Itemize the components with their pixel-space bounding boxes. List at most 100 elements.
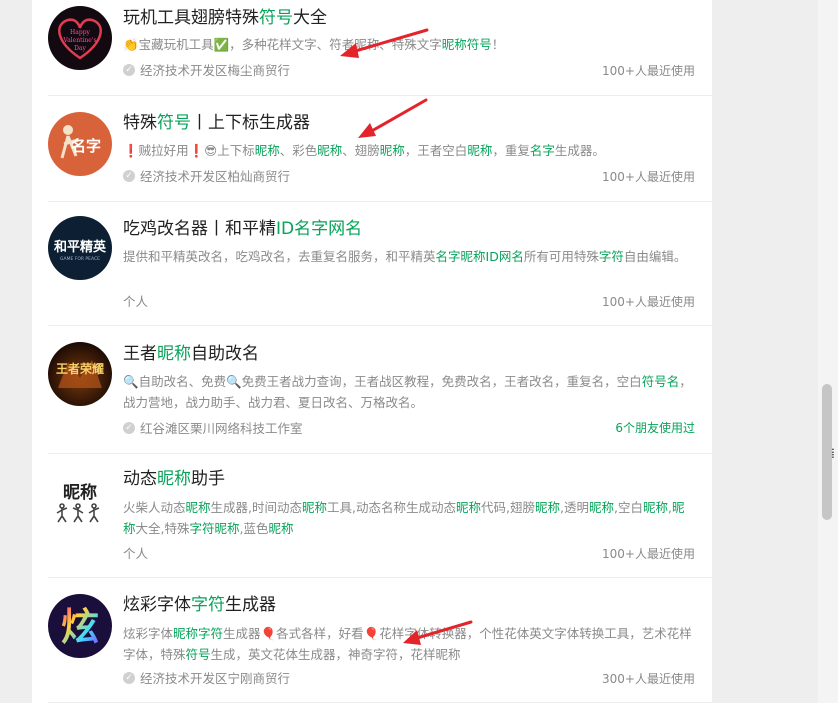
- owner-info: ✓ 经济技术开发区梅尘商贸行: [123, 60, 290, 79]
- svg-text:Happy: Happy: [70, 29, 90, 36]
- title-text: 自助改名: [191, 344, 259, 364]
- description-text: ❗: [188, 143, 205, 158]
- verified-check-icon: ✓: [123, 169, 135, 182]
- result-item[interactable]: Happy Valentine's Day 玩机工具翅膀特殊符号大全 👏宝藏玩机工具…: [32, 0, 712, 96]
- app-avatar[interactable]: 王者荣耀: [48, 342, 112, 406]
- description-text: 生成器。: [554, 143, 605, 158]
- description-text: 提供和平精英改名，吃鸡改名，去重复名服务，和平精英: [123, 249, 436, 264]
- app-avatar[interactable]: 昵称: [48, 470, 112, 534]
- usage-count: 6个朋友使用过: [615, 421, 695, 435]
- description-text: 自由编辑。: [623, 249, 687, 264]
- svg-text:GAME FOR PEACE: GAME FOR PEACE: [60, 256, 100, 262]
- description-text: ，王者空白: [404, 143, 468, 158]
- verified-check-icon: ✓: [123, 671, 135, 684]
- owner-name: 个人: [123, 294, 149, 309]
- result-item[interactable]: 炫炫彩字体字符生成器 炫彩字体昵称字符生成器🎈各式各样，好看🎈花样字体转换器，个性…: [32, 578, 712, 703]
- keyword-highlight: 字符: [598, 249, 624, 264]
- app-avatar[interactable]: 炫: [48, 594, 112, 658]
- keyword-highlight: 名字昵称ID网名: [435, 249, 524, 264]
- title-text: 玩机工具翅膀特殊: [123, 8, 259, 28]
- description-text: 生成，英文花体生成器，神奇字符，花样昵称: [210, 647, 461, 662]
- description-text: 所有可用特殊: [523, 249, 599, 264]
- description-text: 👏: [123, 37, 139, 52]
- description-text: 各式各样，好看: [276, 626, 364, 641]
- keyword-highlight: 昵称: [535, 500, 561, 515]
- keyword-highlight: 字符: [191, 595, 225, 615]
- description-text: 大全,特殊: [135, 521, 190, 536]
- keyword-highlight: 符号: [157, 113, 191, 133]
- owner-info: 个人: [123, 543, 148, 562]
- keyword-highlight: 符号名: [641, 374, 680, 389]
- title-text: 丨上下标生成器: [191, 113, 310, 133]
- keyword-highlight: 昵称: [185, 500, 211, 515]
- result-description: 👏宝藏玩机工具✅，多种花样文字、符者昵称、特殊文字昵称符号！: [123, 34, 695, 55]
- keyword-highlight: 昵称字符: [173, 626, 224, 641]
- description-text: 、翅膀: [342, 143, 380, 158]
- result-title[interactable]: 炫彩字体字符生成器: [123, 594, 276, 616]
- keyword-highlight: ID名字网名: [276, 219, 363, 239]
- title-text: 助手: [191, 469, 225, 489]
- description-text: 自助改名、免费: [138, 374, 227, 389]
- description-text: ，重复: [492, 143, 530, 158]
- description-text: 符者昵称、特殊文字: [329, 37, 442, 52]
- keyword-highlight: 昵称: [317, 143, 343, 158]
- scrollbar-track[interactable]: [818, 0, 838, 703]
- keyword-highlight: 昵称: [456, 500, 482, 515]
- keyword-highlight: 昵称: [643, 500, 669, 515]
- result-description: 炫彩字体昵称字符生成器🎈各式各样，好看🎈花样字体转换器，个性花体英文字体转换工具…: [123, 623, 695, 665]
- title-text: 大全: [293, 8, 327, 28]
- owner-name: 个人: [123, 546, 149, 561]
- result-title[interactable]: 动态昵称助手: [123, 468, 225, 490]
- keyword-highlight: 昵称: [379, 143, 405, 158]
- description-text: 贼拉好用: [138, 143, 189, 158]
- result-item[interactable]: 昵称 动态昵称助手火柴人动态昵称生成器,时间动态昵称工具,动态名称生成动态昵称代…: [32, 454, 712, 578]
- result-title[interactable]: 吃鸡改名器丨和平精ID名字网名: [123, 218, 362, 240]
- keyword-highlight: 字符昵称: [189, 521, 240, 536]
- result-title[interactable]: 玩机工具翅膀特殊符号大全: [123, 7, 327, 29]
- description-text: 生成器: [223, 626, 261, 641]
- description-text: ❗: [123, 143, 139, 158]
- app-avatar[interactable]: 名字: [48, 112, 112, 176]
- keyword-highlight: 名字: [529, 143, 555, 158]
- description-text: 🎈: [363, 626, 380, 641]
- result-title[interactable]: 特殊符号丨上下标生成器: [123, 112, 310, 134]
- description-text: 工具,动态名称生成动态: [327, 500, 457, 515]
- verified-check-icon: ✓: [123, 63, 135, 76]
- description-text: 🔍: [123, 374, 139, 389]
- description-text: 😎: [204, 143, 218, 158]
- description-text: 免费王者战力查询，王者战区教程，免费改名，王者改名，重复名，空白: [241, 374, 642, 389]
- description-text: 代码,翅膀: [481, 500, 536, 515]
- title-text: 炫彩字体: [123, 595, 191, 615]
- title-text: 吃鸡改名器丨和平精: [123, 219, 276, 239]
- description-text: 🎈: [260, 626, 277, 641]
- svg-text:王者荣耀: 王者荣耀: [56, 361, 104, 376]
- owner-info: ✓ 经济技术开发区宁刚商贸行: [123, 668, 290, 687]
- keyword-highlight: 昵称符号: [441, 37, 492, 52]
- result-item[interactable]: 和平精英 GAME FOR PEACE 吃鸡改名器丨和平精ID名字网名提供和平精英…: [32, 202, 712, 326]
- description-text: ✅: [213, 37, 230, 52]
- app-avatar[interactable]: Happy Valentine's Day: [48, 6, 112, 70]
- result-description: 🔍自助改名、免费🔍免费王者战力查询，王者战区教程，免费改名，王者改名，重复名，空…: [123, 371, 695, 413]
- title-text: 生成器: [225, 595, 276, 615]
- description-text: 、彩色: [279, 143, 318, 158]
- svg-text:昵称: 昵称: [63, 482, 97, 503]
- verified-check-icon: ✓: [123, 421, 135, 434]
- owner-info: 个人: [123, 291, 148, 310]
- result-item[interactable]: 王者荣耀 王者昵称自助改名 🔍自助改名、免费🔍免费王者战力查询，王者战区教程，免费改…: [32, 326, 712, 454]
- result-description: 火柴人动态昵称生成器,时间动态昵称工具,动态名称生成动态昵称代码,翅膀昵称,透明…: [123, 497, 695, 539]
- usage-count: 100+人最近使用: [602, 295, 695, 309]
- owner-info: ✓ 经济技术开发区柏灿商贸行: [123, 166, 290, 185]
- app-avatar[interactable]: 和平精英 GAME FOR PEACE: [48, 216, 112, 280]
- cursor-icon: ⁞: [831, 446, 835, 462]
- description-text: 火柴人动态: [123, 500, 186, 515]
- owner-name: 红谷滩区栗川网络科技工作室: [140, 421, 303, 436]
- result-description: 提供和平精英改名，吃鸡改名，去重复名服务，和平精英名字昵称ID网名所有可用特殊字…: [123, 246, 695, 267]
- usage-count: 300+人最近使用: [602, 672, 695, 686]
- owner-name: 经济技术开发区宁刚商贸行: [140, 671, 291, 686]
- result-title[interactable]: 王者昵称自助改名: [123, 343, 259, 365]
- svg-text:炫: 炫: [61, 605, 99, 649]
- keyword-highlight: 昵称: [157, 469, 191, 489]
- result-item[interactable]: 名字 特殊符号丨上下标生成器 ❗贼拉好用❗😎上下标昵称、彩色昵称、翅膀昵称，王者空白…: [32, 96, 712, 202]
- svg-text:Valentine's: Valentine's: [62, 37, 96, 44]
- usage-count: 100+人最近使用: [602, 547, 695, 561]
